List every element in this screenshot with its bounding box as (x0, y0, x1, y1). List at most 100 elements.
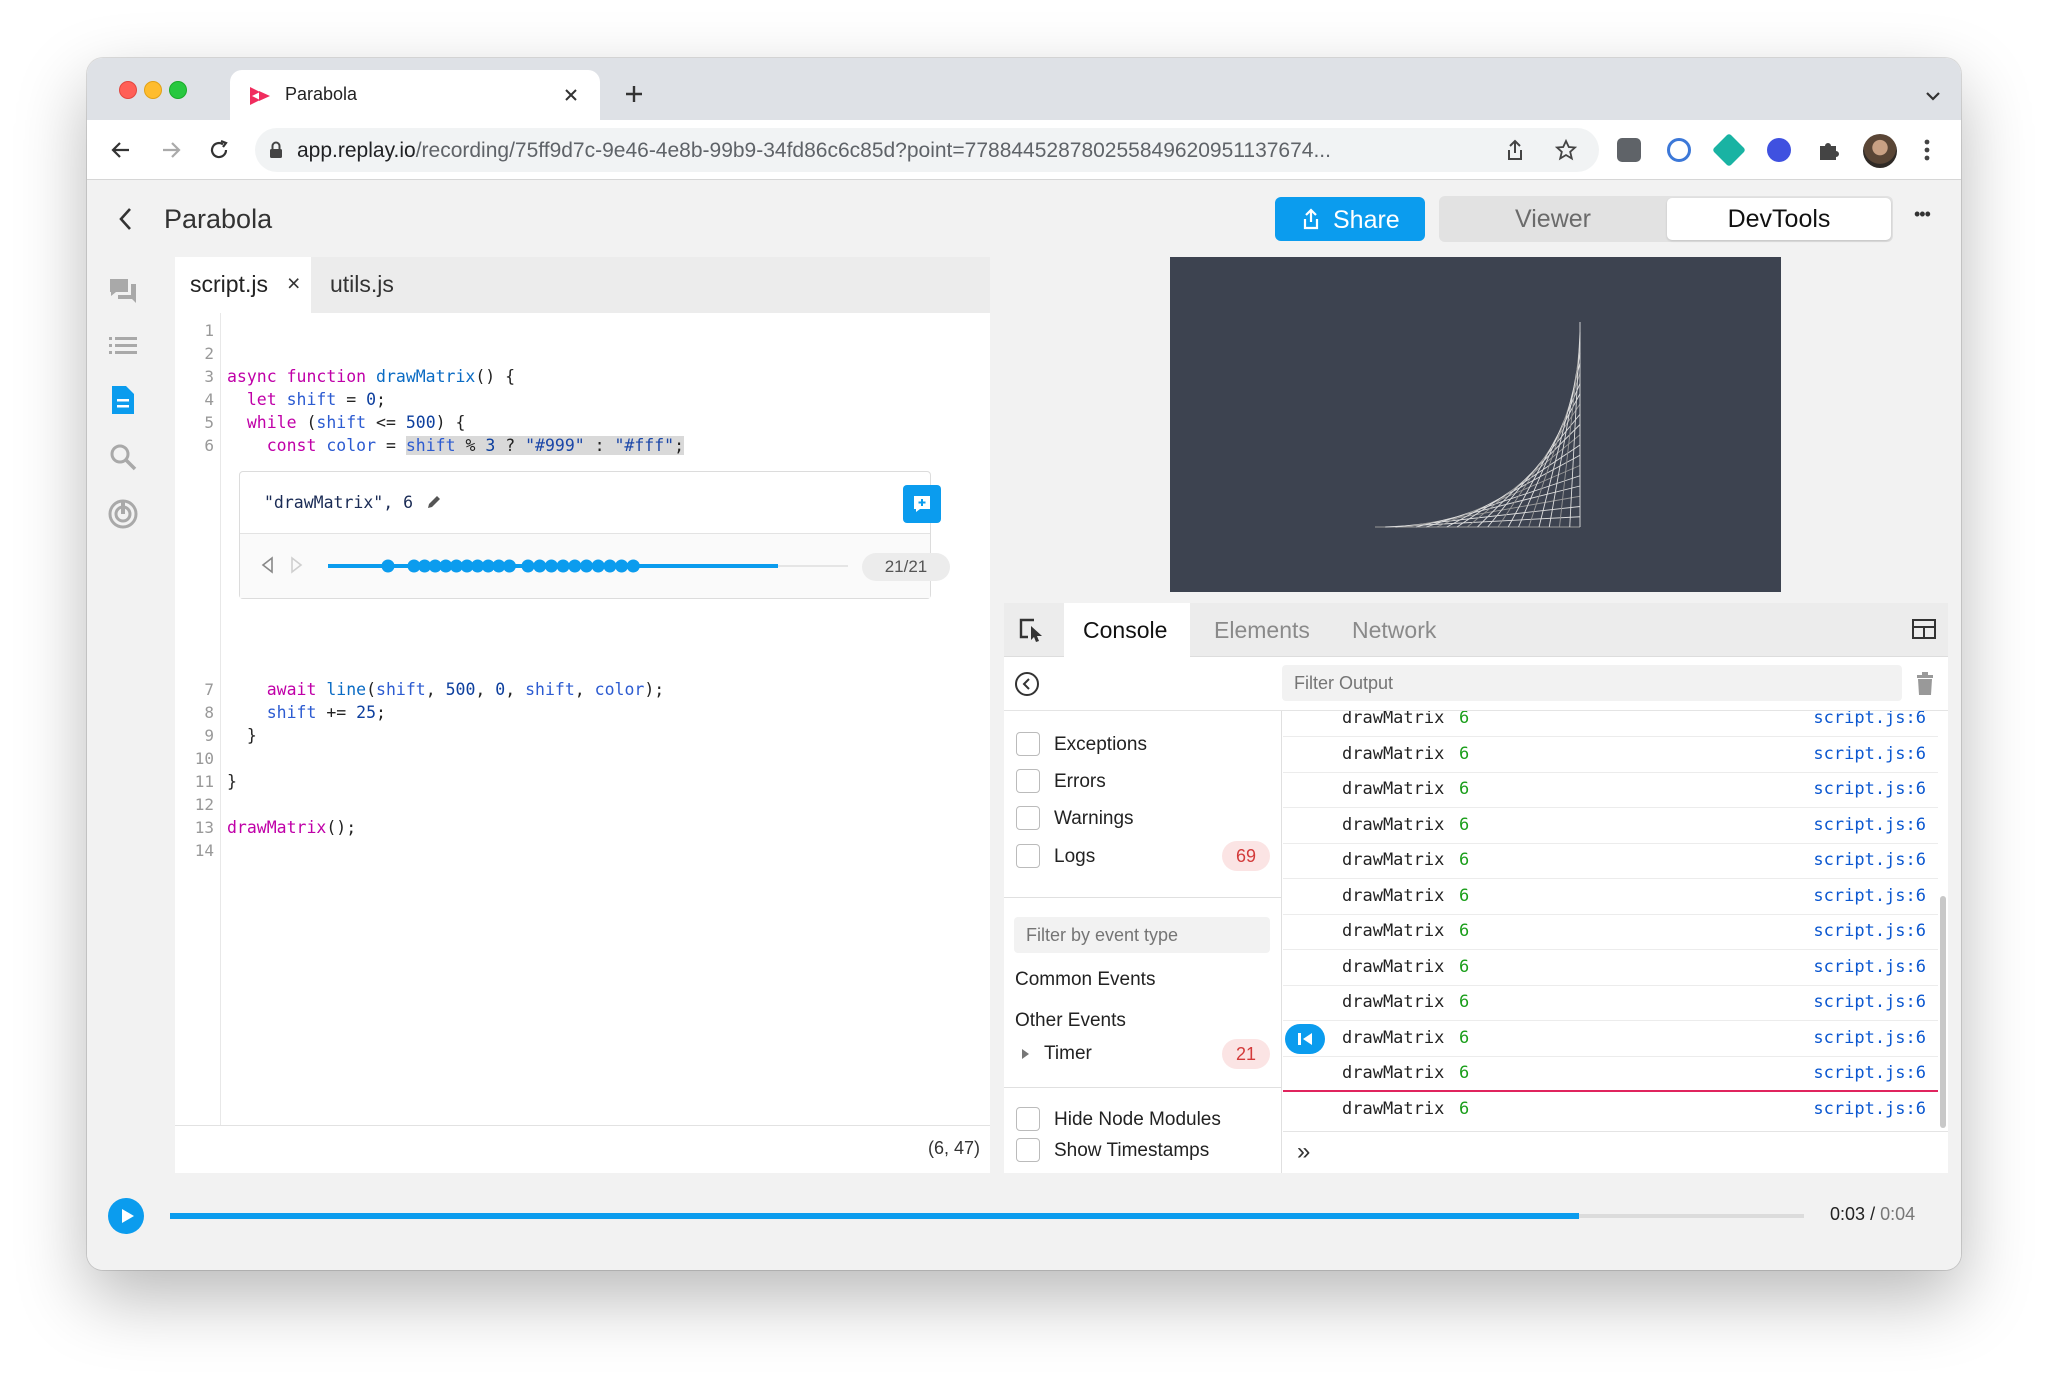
hit-marker[interactable] (544, 559, 558, 573)
reload-icon[interactable] (207, 138, 231, 162)
maximize-window-button[interactable] (169, 81, 187, 99)
log-source-link[interactable]: script.js:6 (1813, 992, 1926, 1012)
extension-icon[interactable] (1617, 138, 1641, 162)
back-chevron-icon[interactable] (117, 206, 133, 232)
hit-marker[interactable] (381, 559, 395, 573)
console-log-row[interactable]: drawMatrix 6 script.js:6 (1283, 1092, 1938, 1128)
browser-tab[interactable]: Parabola (230, 70, 600, 120)
new-tab-icon[interactable] (624, 84, 644, 104)
tab-utils-js[interactable]: utils.js (315, 257, 415, 313)
blue-extension-icon[interactable] (1767, 138, 1791, 162)
bookmark-star-icon[interactable] (1555, 139, 1577, 161)
previous-hit-icon[interactable] (260, 556, 274, 574)
console-log-row[interactable]: drawMatrix 6 script.js:6 (1283, 808, 1938, 844)
show-timestamps-checkbox[interactable] (1016, 1138, 1040, 1162)
hit-marker[interactable] (591, 559, 605, 573)
share-button[interactable]: Share (1275, 197, 1425, 241)
close-tab-icon[interactable]: × (287, 270, 300, 297)
console-log-row[interactable]: drawMatrix 6 script.js:6 (1283, 1021, 1938, 1057)
console-log-row[interactable]: drawMatrix 6 script.js:6 (1283, 950, 1938, 986)
console-scrollbar[interactable] (1938, 711, 1948, 1131)
viewer-tab[interactable]: Viewer (1441, 198, 1665, 240)
log-point-expression[interactable]: "drawMatrix", 6 (264, 493, 413, 512)
collapse-sidebar-icon[interactable] (1014, 671, 1040, 697)
console-log-row[interactable]: drawMatrix 6 script.js:6 (1283, 843, 1938, 879)
scrollbar-thumb[interactable] (1940, 896, 1946, 1128)
search-icon[interactable] (108, 442, 138, 472)
more-options-icon[interactable]: ••• (1914, 204, 1931, 225)
code-line-6[interactable]: const color = shift % 3 ? "#999" : "#fff… (227, 434, 685, 457)
clear-console-trash-icon[interactable] (1915, 672, 1935, 696)
browser-menu-icon[interactable] (1923, 138, 1931, 162)
minimize-window-button[interactable] (144, 81, 162, 99)
log-source-link[interactable]: script.js:6 (1813, 779, 1926, 799)
layout-toggle-icon[interactable] (1912, 619, 1936, 639)
hits-timeline[interactable] (328, 554, 848, 578)
event-type-filter-input[interactable] (1014, 917, 1270, 953)
hit-marker[interactable] (603, 559, 617, 573)
puzzle-extensions-icon[interactable] (1815, 137, 1841, 163)
common-events-label[interactable]: Common Events (1015, 969, 1155, 991)
share-page-icon[interactable] (1505, 139, 1525, 161)
address-bar[interactable]: app.replay.io/recording/75ff9d7c-9e46-4e… (255, 128, 1599, 172)
console-log-row[interactable]: drawMatrix 6 script.js:6 (1283, 737, 1938, 773)
exceptions-checkbox[interactable] (1016, 732, 1040, 756)
console-log-row[interactable]: drawMatrix 6 script.js:6 (1283, 879, 1938, 915)
tab-network[interactable]: Network (1340, 603, 1460, 657)
log-source-link[interactable]: script.js:6 (1813, 850, 1926, 870)
forward-arrow-icon[interactable] (159, 138, 183, 162)
source-file-icon[interactable] (110, 384, 136, 416)
element-picker-icon[interactable] (1018, 617, 1046, 643)
log-source-link[interactable]: script.js:6 (1813, 744, 1926, 764)
console-log-row[interactable]: drawMatrix 6 script.js:6 (1283, 1056, 1938, 1092)
teal-extension-icon[interactable] (1712, 133, 1746, 167)
hit-marker[interactable] (502, 559, 516, 573)
expand-timer-icon[interactable] (1020, 1048, 1030, 1060)
tab-script-js[interactable]: script.js × (175, 257, 311, 313)
log-source-link[interactable]: script.js:6 (1813, 921, 1926, 941)
console-log-row[interactable]: drawMatrix 6 script.js:6 (1283, 985, 1938, 1021)
tab-elements[interactable]: Elements (1204, 603, 1324, 657)
hide-node-modules-checkbox[interactable] (1016, 1107, 1040, 1131)
log-source-link[interactable]: script.js:6 (1813, 711, 1926, 728)
logs-checkbox[interactable] (1016, 844, 1040, 868)
video-preview[interactable] (1170, 257, 1781, 592)
log-source-link[interactable]: script.js:6 (1813, 957, 1926, 977)
devtools-tab[interactable]: DevTools (1667, 198, 1891, 240)
password-extension-icon[interactable] (1667, 138, 1691, 162)
next-hit-icon[interactable] (290, 556, 304, 574)
play-button[interactable] (108, 1198, 144, 1234)
console-input[interactable]: » (1283, 1131, 1948, 1173)
hit-marker[interactable] (556, 559, 570, 573)
tab-console[interactable]: Console (1064, 603, 1190, 657)
hit-marker[interactable] (568, 559, 582, 573)
timer-label[interactable]: Timer (1044, 1043, 1092, 1065)
log-source-link[interactable]: script.js:6 (1813, 1099, 1926, 1119)
jump-to-point-button[interactable] (1285, 1024, 1325, 1054)
comments-icon[interactable] (107, 275, 139, 307)
close-window-button[interactable] (119, 81, 137, 99)
hit-marker[interactable] (533, 559, 547, 573)
hit-marker[interactable] (521, 559, 535, 573)
back-arrow-icon[interactable] (109, 138, 133, 162)
console-log-row[interactable]: drawMatrix 6 script.js:6 (1283, 772, 1938, 808)
profile-avatar[interactable] (1863, 134, 1897, 168)
console-log-row[interactable]: drawMatrix 6 script.js:6 (1283, 914, 1938, 950)
log-source-link[interactable]: script.js:6 (1813, 815, 1926, 835)
tab-search-chevron-icon[interactable] (1925, 90, 1941, 102)
log-source-link[interactable]: script.js:6 (1813, 1063, 1926, 1083)
log-source-link[interactable]: script.js:6 (1813, 1028, 1926, 1048)
events-list-icon[interactable] (107, 332, 139, 358)
errors-checkbox[interactable] (1016, 769, 1040, 793)
playback-timeline[interactable] (170, 1210, 1804, 1222)
edit-pencil-icon[interactable] (426, 494, 442, 510)
close-tab-icon[interactable] (564, 88, 578, 102)
add-comment-button[interactable] (903, 485, 941, 523)
replay-info-icon[interactable] (107, 498, 139, 530)
log-source-link[interactable]: script.js:6 (1813, 886, 1926, 906)
warnings-checkbox[interactable] (1016, 806, 1040, 830)
filter-output-input[interactable] (1282, 665, 1902, 701)
console-log-row[interactable]: drawMatrix 6 script.js:6 (1283, 711, 1938, 737)
hit-marker[interactable] (580, 559, 593, 573)
hit-marker[interactable] (615, 559, 629, 573)
